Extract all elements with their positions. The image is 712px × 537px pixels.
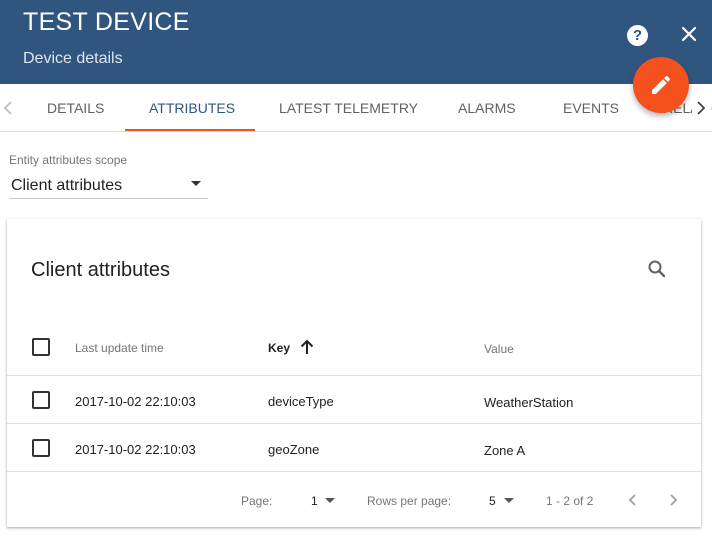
column-header-last-update-time[interactable]: Last update time (75, 341, 164, 355)
chevron-down-icon (191, 181, 201, 186)
tab-attributes[interactable]: ATTRIBUTES (149, 84, 235, 131)
close-icon[interactable] (679, 24, 699, 44)
scope-label: Entity attributes scope (9, 153, 128, 167)
page-range: 1 - 2 of 2 (546, 494, 594, 508)
card-title: Client attributes (31, 259, 170, 281)
tab-latest-telemetry[interactable]: LATEST TELEMETRY (279, 84, 418, 131)
attributes-card: Client attributes Last update time Key V… (7, 219, 701, 527)
cell-key: deviceType (268, 394, 334, 409)
arrow-up-icon[interactable] (298, 338, 316, 356)
page-chevron-down-icon[interactable] (325, 498, 335, 503)
tabs-scroll-left-icon[interactable] (0, 98, 18, 118)
previous-page-icon[interactable] (625, 492, 641, 508)
device-title: TEST DEVICE (23, 8, 190, 36)
row-checkbox[interactable] (32, 391, 50, 409)
device-subtitle: Device details (23, 50, 123, 67)
column-header-key[interactable]: Key (268, 341, 290, 355)
edit-button[interactable] (633, 57, 689, 113)
rows-per-page-value[interactable]: 5 (489, 494, 496, 508)
page-select-value[interactable]: 1 (311, 494, 318, 508)
tab-alarms[interactable]: ALARMS (458, 84, 516, 131)
cell-last-update-time: 2017-10-02 22:10:03 (75, 442, 196, 457)
cell-value: WeatherStation (484, 395, 574, 410)
tab-details[interactable]: DETAILS (47, 84, 104, 131)
rows-per-page-label: Rows per page: (367, 494, 452, 508)
pencil-icon (652, 75, 671, 94)
tab-events[interactable]: EVENTS (563, 84, 619, 131)
row-divider (7, 471, 701, 472)
row-divider (7, 375, 701, 376)
search-icon[interactable] (647, 259, 667, 279)
cell-key: geoZone (268, 442, 320, 457)
tab-bar: DETAILS ATTRIBUTES LATEST TELEMETRY ALAR… (0, 84, 712, 132)
scope-selected-value: Client attributes (11, 177, 123, 194)
column-header-value[interactable]: Value (484, 342, 514, 356)
next-page-icon[interactable] (665, 492, 681, 508)
dialog-header: TEST DEVICE Device details ? (0, 0, 712, 84)
rows-chevron-down-icon[interactable] (504, 498, 514, 503)
select-all-checkbox[interactable] (32, 338, 50, 356)
help-icon[interactable]: ? (627, 25, 648, 46)
cell-last-update-time: 2017-10-02 22:10:03 (75, 394, 196, 409)
active-tab-indicator (125, 129, 255, 131)
row-divider (7, 423, 701, 424)
cell-value: Zone A (484, 443, 526, 458)
row-checkbox[interactable] (32, 439, 50, 457)
page-label: Page: (241, 494, 273, 508)
tabs-scroll-right-icon[interactable] (692, 98, 710, 118)
scope-select[interactable]: Client attributes (9, 172, 208, 199)
